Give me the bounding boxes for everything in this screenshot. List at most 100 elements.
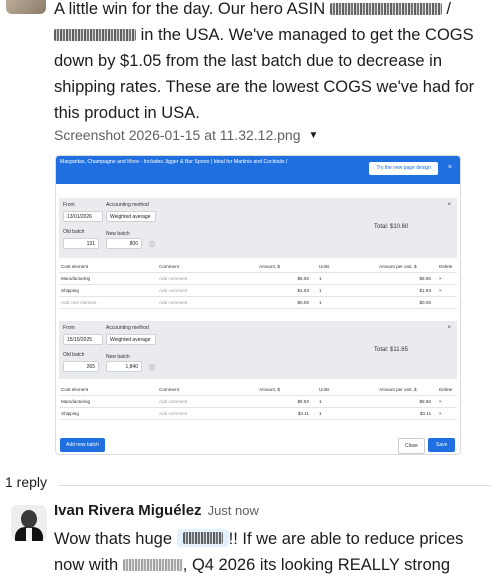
- table-row: Manufacturing Add comment $8.50 1 $8.50 …: [59, 273, 457, 285]
- reply-text-d: , Q4 2026 its looking REALLY strong: [182, 556, 451, 574]
- table-row: Shipping Add comment $3.11 1 $3.11 ×: [59, 408, 457, 420]
- amount-per-unit: $0.00: [419, 300, 432, 305]
- from-label: From: [63, 202, 75, 208]
- old-batch-label: Old batch: [63, 352, 85, 358]
- old-batch-field: 265: [63, 361, 99, 372]
- try-new-design-button: Try the new page design: [369, 162, 438, 175]
- col-comment: Comment: [159, 264, 179, 269]
- reply-text-a: Wow thats huge: [54, 530, 173, 548]
- delete-icon: ×: [439, 399, 442, 404]
- from-label: From: [63, 325, 75, 331]
- new-batch-field: 800: [106, 238, 142, 249]
- close-button: Close: [398, 438, 425, 454]
- cost-element: Manufacturing: [61, 399, 91, 404]
- amount-per-unit: $8.50: [419, 399, 432, 404]
- screenshot-header: Margaritas, Champagne and More - Include…: [56, 156, 460, 184]
- reply-text-b: !! If we are able to reduce prices: [228, 530, 464, 548]
- units: 1: [319, 288, 322, 293]
- caret-down-icon[interactable]: ▼: [308, 130, 318, 141]
- reply-author: Ivan Rivera Miguélez Just now: [54, 502, 259, 519]
- batch-total: Total: $10.60: [374, 224, 409, 230]
- col-amount-per-unit: Amount per unit, $: [379, 264, 417, 269]
- message-line4: shipping rates. These are the lowest COG…: [54, 78, 475, 96]
- col-amount-per-unit: Amount per unit, $: [379, 387, 417, 392]
- close-icon: ×: [447, 202, 451, 208]
- new-batch-label: New batch: [106, 231, 130, 237]
- message-line1a: A little win for the day. Our hero ASIN: [54, 0, 326, 18]
- old-batch-field: 131: [63, 238, 99, 249]
- info-icon: ⓘ: [149, 366, 156, 372]
- reply-author-name[interactable]: Ivan Rivera Miguélez: [54, 502, 202, 519]
- file-name[interactable]: Screenshot 2026-01-15 at 11.32.12.png: [54, 127, 300, 143]
- accounting-method-label: Accounting method: [106, 325, 149, 331]
- units: 1: [319, 276, 322, 281]
- col-delete: Delete: [439, 264, 453, 269]
- redacted-asin: [329, 3, 442, 15]
- add-cost-element-placeholder: Add cost element: [61, 300, 97, 305]
- thread-divider: [58, 485, 491, 486]
- col-amount: Amount, $: [259, 387, 280, 392]
- table-header: Cost element Comment Amount, $ Units Amo…: [59, 384, 457, 396]
- comment-placeholder: Add comment: [159, 276, 188, 281]
- col-cost-element: Cost element: [61, 264, 89, 269]
- col-comment: Comment: [159, 387, 179, 392]
- amount-per-unit: $1.93: [419, 288, 432, 293]
- attached-screenshot[interactable]: Margaritas, Champagne and More - Include…: [55, 155, 461, 455]
- redacted-product: [54, 29, 136, 41]
- add-new-batch-button: Add new batch: [60, 438, 106, 452]
- from-date-field: 13/01/2026: [63, 211, 103, 222]
- table-row: Shipping Add comment $1.93 1 $1.93 ×: [59, 285, 457, 297]
- delete-icon: ×: [439, 276, 442, 281]
- custom-emoji-icon[interactable]: [176, 529, 229, 547]
- cost-element: Shipping: [61, 411, 79, 416]
- save-button: Save: [428, 438, 456, 452]
- cost-element: Shipping: [61, 288, 79, 293]
- batch-panel-1: From Accounting method 13/01/2026 Weight…: [59, 198, 457, 258]
- old-batch-label: Old batch: [63, 229, 85, 235]
- reply-body: Wow thats huge !! If we are able to redu…: [54, 526, 494, 576]
- file-attachment-header[interactable]: Screenshot 2026-01-15 at 11.32.12.png ▼: [54, 127, 318, 143]
- cost-table-2: Cost element Comment Amount, $ Units Amo…: [59, 384, 457, 420]
- amount: $0.00: [297, 300, 310, 305]
- batch-total: Total: $11.65: [374, 347, 408, 353]
- comment-placeholder: Add comment: [159, 288, 188, 293]
- message-line3: down by $1.05 from the last batch due to…: [54, 52, 442, 70]
- amount: $8.50: [297, 399, 310, 404]
- cost-table-1: Cost element Comment Amount, $ Units Amo…: [59, 261, 457, 309]
- units: 1: [319, 300, 322, 305]
- units: 1: [319, 411, 322, 416]
- from-date-field: 15/10/2025: [63, 334, 103, 345]
- delete-icon: ×: [439, 411, 442, 416]
- comment-placeholder: Add comment: [159, 411, 188, 416]
- method-select: Weighted average: [106, 334, 156, 345]
- table-row: Add cost element Add comment $0.00 1 $0.…: [59, 297, 457, 309]
- close-icon: ×: [447, 164, 452, 171]
- new-batch-label: New batch: [106, 354, 130, 360]
- col-units: Units: [319, 264, 330, 269]
- reply-avatar[interactable]: [11, 505, 47, 541]
- amount-per-unit: $3.11: [419, 411, 431, 416]
- cost-element: Manufacturing: [61, 276, 91, 281]
- method-select: Weighted average: [106, 211, 156, 222]
- amount: $8.50: [297, 276, 310, 281]
- comment-placeholder: Add comment: [159, 300, 188, 305]
- col-cost-element: Cost element: [61, 387, 89, 392]
- reply-timestamp[interactable]: Just now: [208, 503, 259, 518]
- table-header: Cost element Comment Amount, $ Units Amo…: [59, 261, 457, 273]
- comment-placeholder: Add comment: [159, 399, 188, 404]
- screenshot-header-text: Margaritas, Champagne and More - Include…: [60, 159, 288, 165]
- units: 1: [319, 399, 322, 404]
- author-avatar[interactable]: [6, 0, 46, 14]
- redacted-name: [122, 559, 183, 571]
- new-batch-field: 1,840: [106, 361, 142, 372]
- info-icon: ⓘ: [149, 243, 156, 249]
- message-line1b: /: [446, 0, 451, 18]
- amount-per-unit: $8.50: [419, 276, 432, 281]
- batch-panel-2: From Accounting method 15/10/2025 Weight…: [59, 321, 457, 379]
- message-line2: in the USA. We've managed to get the COG…: [140, 26, 474, 44]
- reply-text-c: now with: [54, 556, 119, 574]
- message-line5: this product in USA.: [54, 104, 200, 122]
- table-row: Manufacturing Add comment $8.50 1 $8.50 …: [59, 396, 457, 408]
- reply-count-link[interactable]: 1 reply: [5, 474, 47, 490]
- col-units: Units: [319, 387, 330, 392]
